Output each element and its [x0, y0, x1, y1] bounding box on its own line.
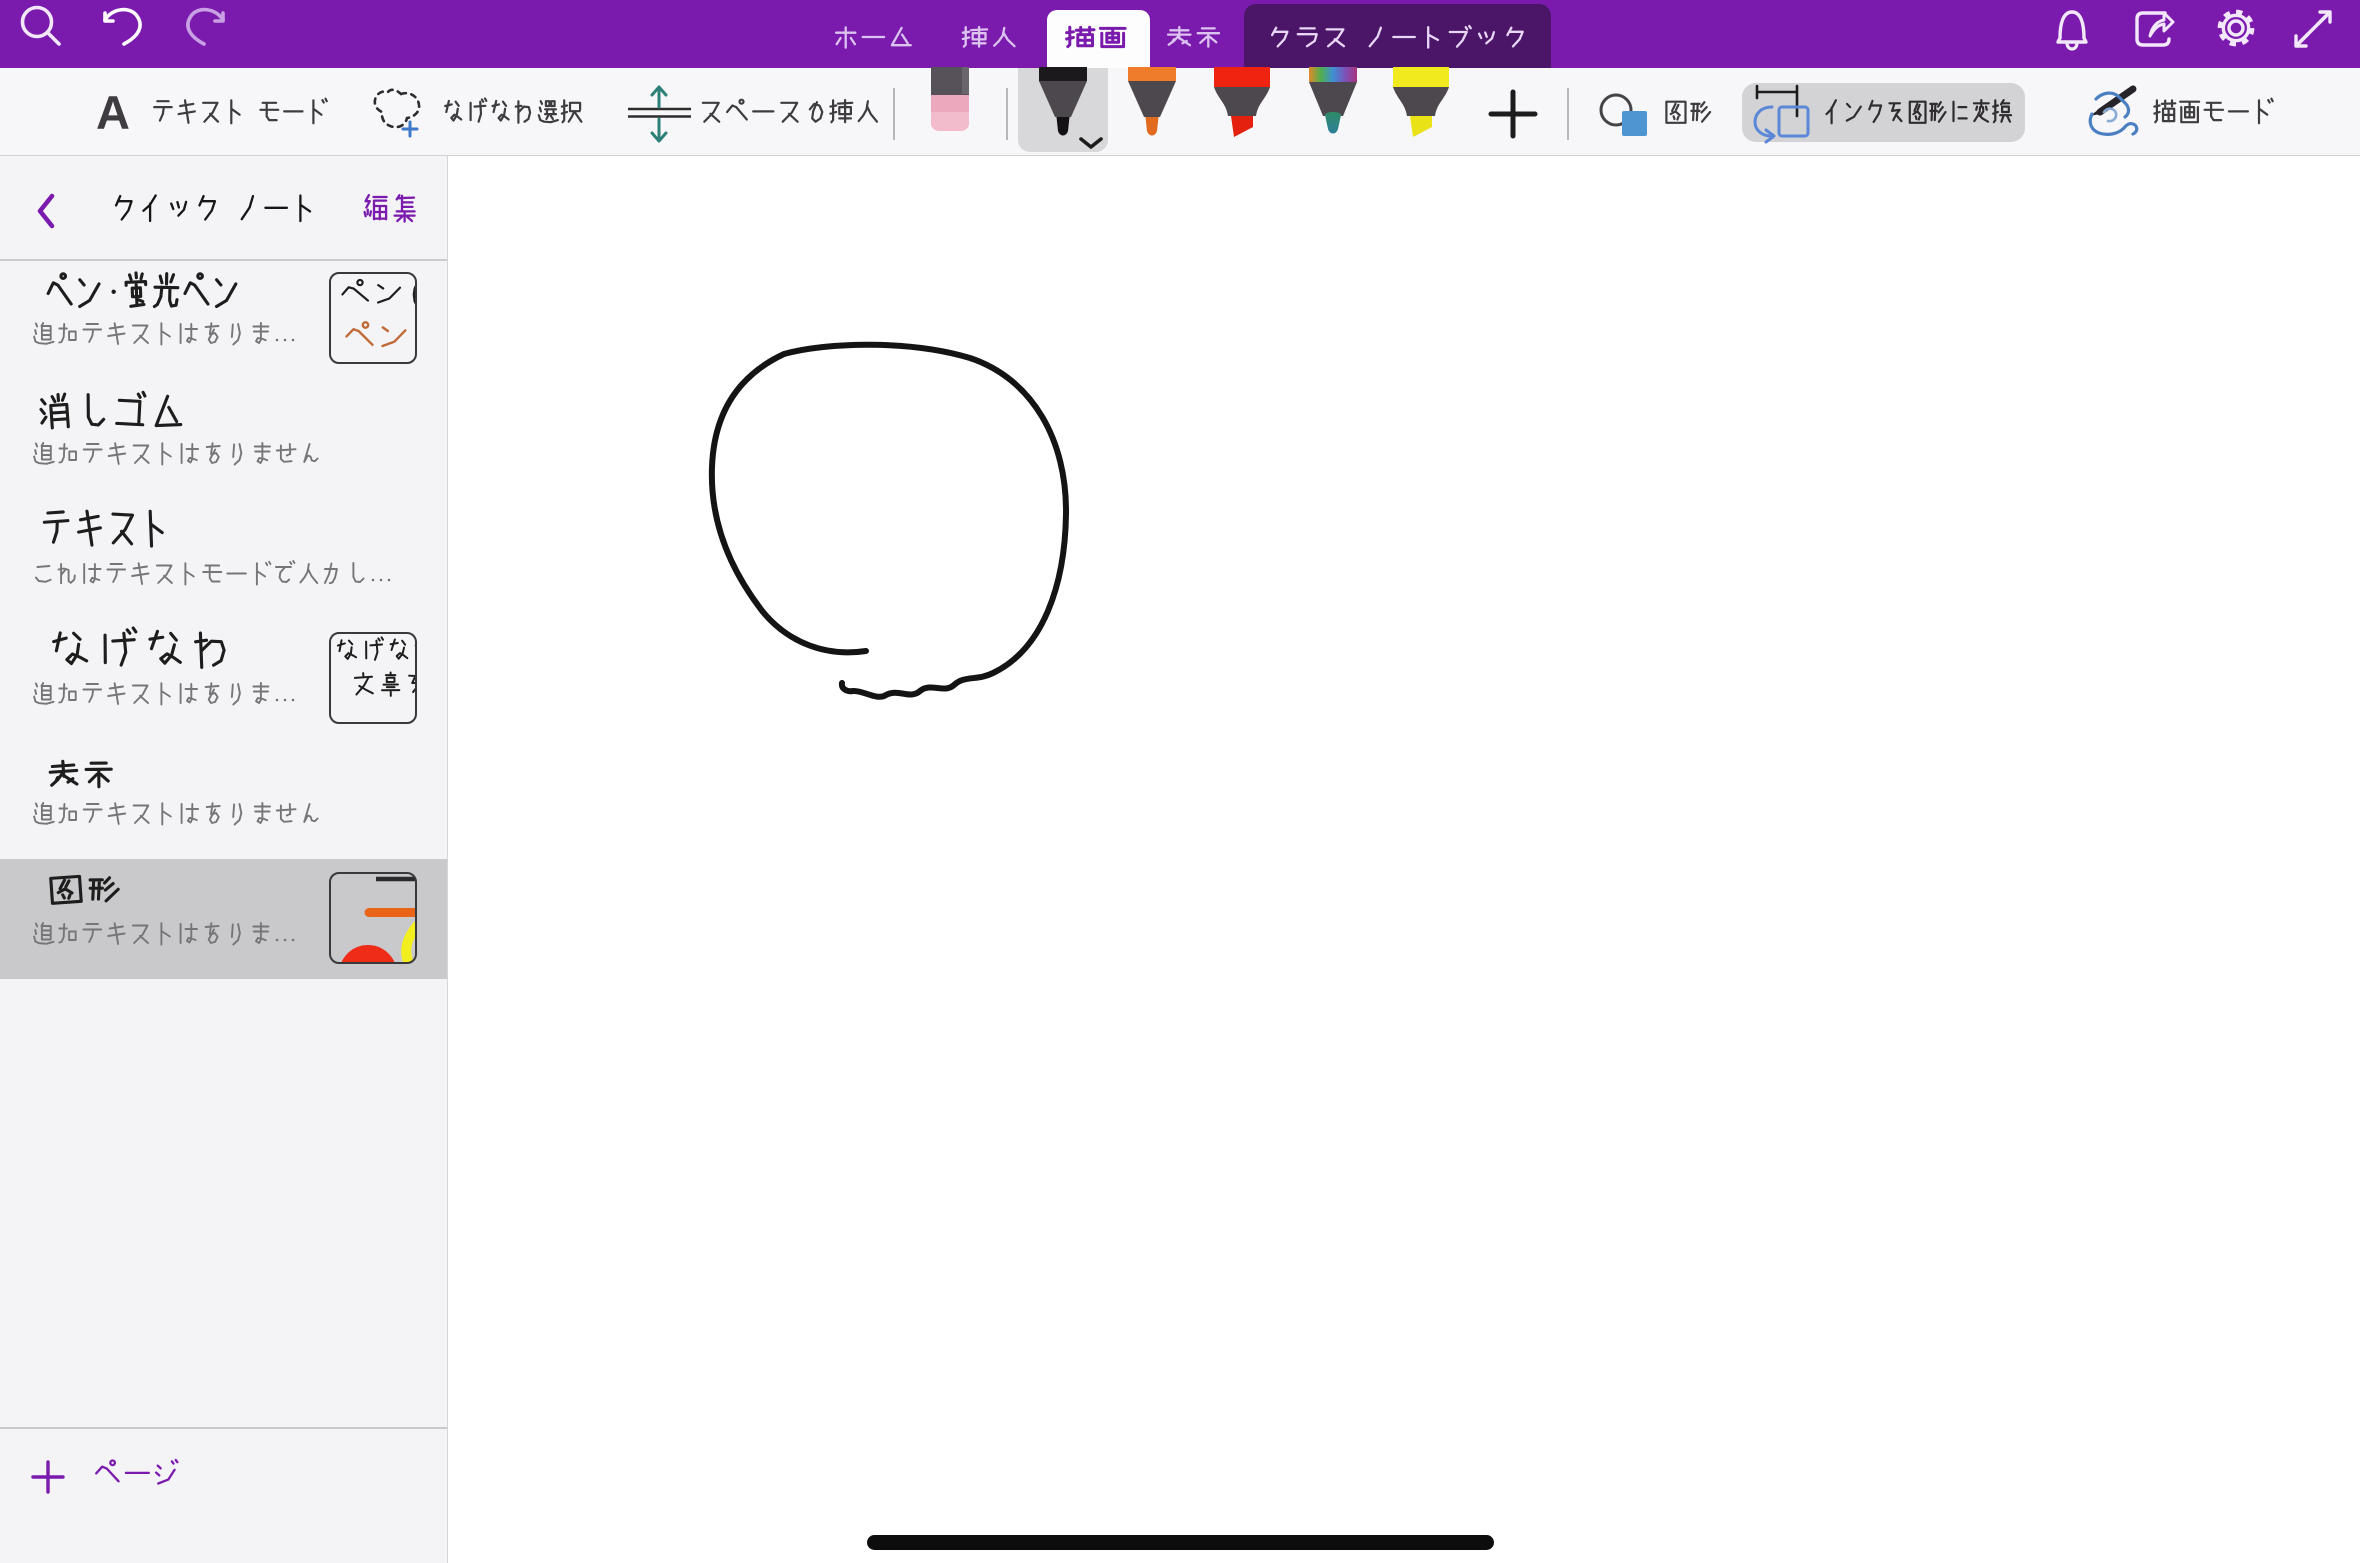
- svg-text:A: A: [96, 86, 130, 139]
